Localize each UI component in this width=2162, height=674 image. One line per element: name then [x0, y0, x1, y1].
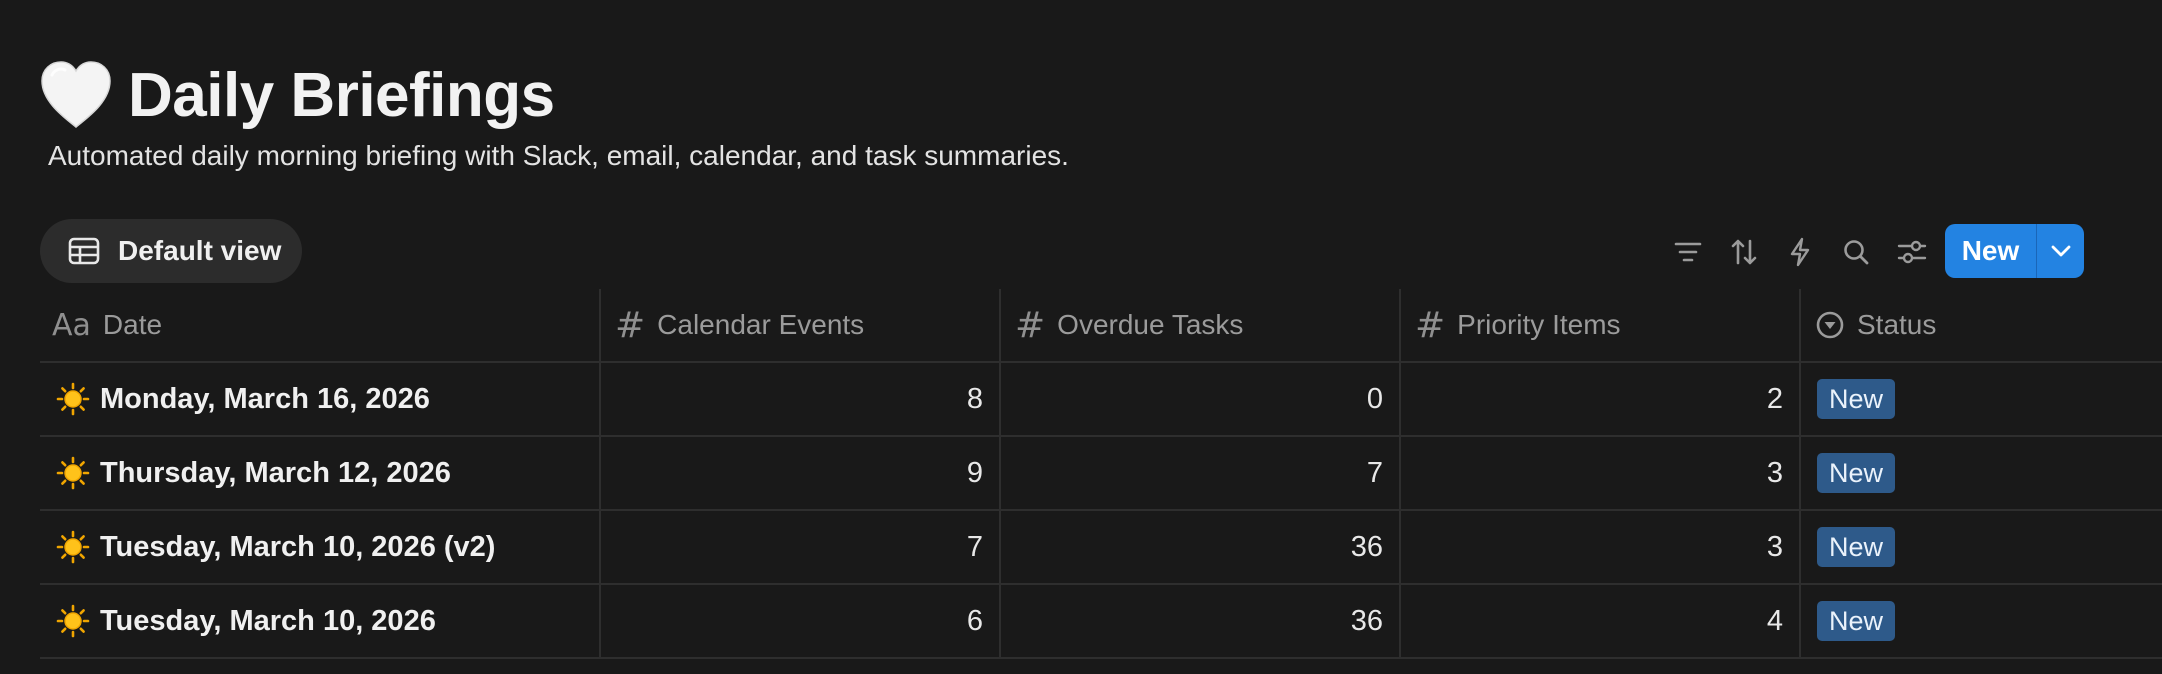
- table-body: Monday, March 16, 2026 8 0 2 New Thursday, Ma…: [40, 363, 2162, 659]
- sun-icon: [56, 382, 90, 416]
- hash-icon: #: [615, 304, 646, 346]
- priority-items-cell[interactable]: 3: [1399, 437, 1799, 509]
- date-text: Tuesday, March 10, 2026: [100, 604, 436, 637]
- column-header-status[interactable]: Status: [1799, 289, 2162, 361]
- calendar-events-cell[interactable]: 6: [599, 585, 999, 657]
- automations-button[interactable]: [1772, 224, 1828, 280]
- priority-items-cell[interactable]: 2: [1399, 363, 1799, 435]
- table-row[interactable]: Tuesday, March 10, 2026 (v2) 7 36 3 New: [40, 511, 2162, 585]
- overdue-tasks-cell[interactable]: 36: [999, 585, 1399, 657]
- page-title: Daily Briefings: [38, 50, 555, 140]
- database-toolbar: [1660, 224, 1940, 280]
- status-badge: New: [1817, 527, 1896, 567]
- status-badge: New: [1817, 379, 1896, 419]
- overdue-tasks-cell[interactable]: 36: [999, 511, 1399, 583]
- table-row[interactable]: Tuesday, March 10, 2026 6 36 4 New: [40, 585, 2162, 659]
- date-cell[interactable]: Thursday, March 12, 2026: [40, 437, 599, 509]
- column-label: Overdue Tasks: [1057, 309, 1244, 340]
- column-label: Date: [102, 309, 163, 340]
- column-label: Priority Items: [1457, 309, 1621, 340]
- sun-icon: [56, 604, 90, 638]
- view-settings-button[interactable]: [1884, 224, 1940, 280]
- column-header-date[interactable]: Aa Date: [40, 289, 599, 361]
- calendar-events-cell[interactable]: 8: [599, 363, 999, 435]
- priority-items-cell[interactable]: 3: [1399, 511, 1799, 583]
- filter-icon: [1674, 242, 1702, 262]
- date-cell[interactable]: Monday, March 16, 2026: [40, 363, 599, 435]
- hash-icon: #: [1015, 304, 1046, 346]
- white-heart-icon[interactable]: [38, 59, 114, 131]
- column-label: Status: [1857, 309, 1937, 340]
- status-badge: New: [1817, 601, 1896, 641]
- status-cell[interactable]: New: [1799, 437, 2162, 509]
- page-description: Automated daily morning briefing with Sl…: [48, 140, 1069, 171]
- filter-button[interactable]: [1660, 224, 1716, 280]
- default-view-tab[interactable]: Default view: [40, 219, 302, 283]
- text-type-icon: Aa: [52, 307, 91, 343]
- table-header: Aa Date # Calendar Events # Overdue Task…: [40, 289, 2162, 363]
- new-button-group: New: [1945, 224, 2084, 278]
- priority-items-cell[interactable]: 4: [1399, 585, 1799, 657]
- calendar-events-cell[interactable]: 7: [599, 511, 999, 583]
- table-icon: [68, 237, 100, 265]
- hash-icon: #: [1415, 304, 1446, 346]
- status-circle-icon: [1816, 311, 1844, 339]
- column-header-calendar-events[interactable]: # Calendar Events: [599, 289, 999, 361]
- new-button[interactable]: New: [1945, 224, 2036, 278]
- date-cell[interactable]: Tuesday, March 10, 2026: [40, 585, 599, 657]
- date-cell[interactable]: Tuesday, March 10, 2026 (v2): [40, 511, 599, 583]
- new-options-button[interactable]: [2037, 224, 2084, 278]
- chevron-down-icon: [2051, 245, 2070, 257]
- sun-icon: [56, 456, 90, 490]
- status-cell[interactable]: New: [1799, 363, 2162, 435]
- sun-icon: [56, 530, 90, 564]
- search-icon: [1844, 240, 1869, 265]
- status-cell[interactable]: New: [1799, 511, 2162, 583]
- page-title-text: Daily Briefings: [128, 60, 555, 130]
- overdue-tasks-cell[interactable]: 7: [999, 437, 1399, 509]
- column-header-overdue-tasks[interactable]: # Overdue Tasks: [999, 289, 1399, 361]
- settings-sliders-icon: [1897, 240, 1927, 264]
- sort-icon: [1731, 239, 1757, 265]
- status-badge: New: [1817, 453, 1896, 493]
- date-text: Thursday, March 12, 2026: [100, 456, 451, 489]
- column-header-priority-items[interactable]: # Priority Items: [1399, 289, 1799, 361]
- date-text: Tuesday, March 10, 2026 (v2): [100, 530, 496, 563]
- sort-button[interactable]: [1716, 224, 1772, 280]
- table-row[interactable]: Monday, March 16, 2026 8 0 2 New: [40, 363, 2162, 437]
- lightning-icon: [1790, 237, 1810, 267]
- calendar-events-cell[interactable]: 9: [599, 437, 999, 509]
- overdue-tasks-cell[interactable]: 0: [999, 363, 1399, 435]
- table-row[interactable]: Thursday, March 12, 2026 9 7 3 New: [40, 437, 2162, 511]
- search-button[interactable]: [1828, 224, 1884, 280]
- status-cell[interactable]: New: [1799, 585, 2162, 657]
- date-text: Monday, March 16, 2026: [100, 382, 430, 415]
- briefings-table: Aa Date # Calendar Events # Overdue Task…: [40, 289, 2162, 659]
- view-label: Default view: [118, 235, 282, 266]
- column-label: Calendar Events: [657, 309, 865, 340]
